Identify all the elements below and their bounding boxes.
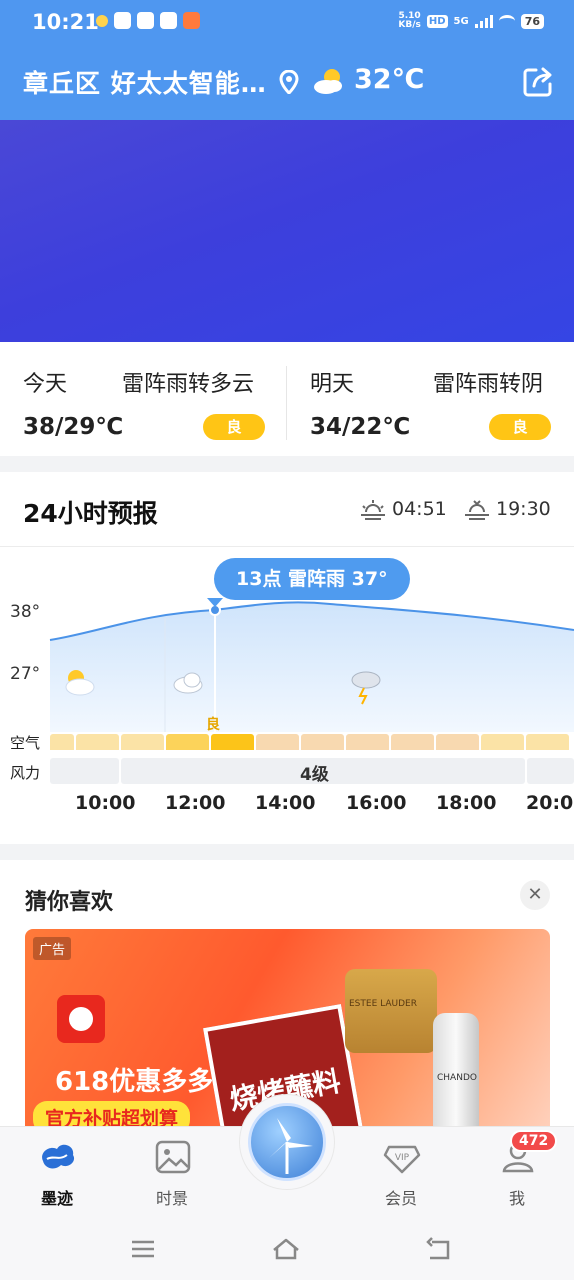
notification-dot-icon — [96, 15, 108, 27]
today-aqi-badge: 良 — [203, 414, 265, 440]
wind-bar — [527, 758, 574, 784]
tomorrow-condition: 雷阵雨转阴 — [433, 372, 544, 397]
aqi-bar — [211, 734, 254, 750]
ad-bottle-text: CHANDO — [437, 1073, 477, 1083]
share-icon[interactable] — [522, 66, 554, 98]
hourly-forecast-card: 24小时预报 04:51 19:30 13点 雷阵雨 37° 38° 27° 空… — [0, 472, 574, 844]
cloud-sun-icon — [314, 69, 342, 94]
tomorrow-summary[interactable]: 明天 雷阵雨转阴 34/22℃ 良 — [287, 342, 574, 456]
battery-icon: 76 — [520, 13, 544, 29]
weather-banner[interactable] — [0, 120, 574, 342]
recommendation-title: 猜你喜欢 — [25, 890, 114, 915]
tab-scenes[interactable]: 时景 — [127, 1127, 217, 1219]
wind-row-label: 风力 — [10, 764, 41, 782]
tomorrow-temp: 34/22℃ — [310, 414, 411, 440]
center-weather-button[interactable] — [239, 1094, 335, 1190]
ad-tag: 广告 — [33, 937, 72, 960]
x-label: 12:00 — [165, 792, 226, 814]
air-row-label: 空气 — [10, 734, 41, 752]
svg-text:VIP: VIP — [395, 1153, 410, 1163]
tomorrow-label: 明天 — [310, 372, 355, 397]
app-d-notification-icon — [160, 12, 177, 29]
app-notification-icon — [114, 12, 131, 29]
aqi-bar — [301, 734, 344, 750]
aqi-bar — [76, 734, 119, 750]
network-type: 5G — [453, 15, 469, 27]
x-label: 20:00 — [526, 792, 574, 814]
ad-headline: 618优惠多多 — [55, 1067, 214, 1097]
x-label: 16:00 — [346, 792, 407, 814]
notification-icons — [96, 12, 200, 29]
sunset-info: 19:30 — [464, 498, 551, 520]
home-icon[interactable] — [271, 1234, 301, 1264]
air-quality-label: 良 — [206, 717, 220, 733]
status-time: 10:21 — [32, 10, 99, 34]
windmill-icon — [248, 1103, 326, 1181]
vip-diamond-icon: VIP — [383, 1145, 421, 1174]
ad-product-jar: ESTEE LAUDER — [345, 969, 437, 1053]
aqi-bar — [121, 734, 164, 750]
tab-label: 会员 — [384, 1189, 417, 1208]
current-temperature: 32℃ — [354, 64, 425, 95]
tomorrow-aqi-badge: 良 — [489, 414, 551, 440]
x-label: 10:00 — [75, 792, 136, 814]
signal-icon — [474, 14, 493, 28]
y-axis-high: 38° — [10, 602, 41, 622]
wifi-icon — [498, 15, 515, 27]
tab-label: 时景 — [155, 1189, 188, 1208]
header: 章丘区 好太太智能… 32℃ — [0, 44, 574, 120]
forecast-tooltip: 13点 雷阵雨 37° — [214, 558, 410, 600]
shop-notification-icon — [183, 12, 200, 29]
y-axis-low: 27° — [10, 664, 41, 684]
aqi-bar — [526, 734, 569, 750]
aqi-bar — [481, 734, 524, 750]
tab-vip[interactable]: VIP 会员 — [356, 1127, 446, 1219]
moji-cloud-icon — [42, 1144, 75, 1169]
tab-label: 墨迹 — [40, 1189, 73, 1208]
tab-label: 我 — [508, 1189, 525, 1208]
system-nav-bar — [0, 1218, 574, 1280]
forecast-title: 24小时预报 — [23, 499, 158, 528]
aqi-bar — [256, 734, 299, 750]
sunset-icon — [465, 500, 489, 520]
x-label: 14:00 — [255, 792, 316, 814]
tooltip-tail — [207, 598, 223, 607]
ad-jar-text: ESTEE LAUDER — [349, 999, 417, 1009]
speed-unit: KB/s — [398, 20, 421, 30]
x-label: 18:00 — [436, 792, 497, 814]
menu-icon[interactable] — [128, 1234, 158, 1264]
daily-summary-card: 今天 雷阵雨转多云 38/29℃ 良 明天 雷阵雨转阴 34/22℃ 良 — [0, 342, 574, 456]
sunset-time: 19:30 — [496, 498, 551, 520]
aqi-bar — [166, 734, 209, 750]
status-bar: 10:21 5.10 KB/s HD 5G 76 — [0, 0, 574, 44]
close-button[interactable]: ✕ — [520, 880, 550, 910]
notification-badge: 472 — [510, 1130, 558, 1152]
hd-badge: HD — [426, 14, 448, 28]
location-pin-icon[interactable] — [279, 70, 299, 94]
divider — [0, 546, 574, 547]
today-temp: 38/29℃ — [23, 414, 124, 440]
today-label: 今天 — [23, 372, 68, 397]
video-notification-icon — [137, 12, 154, 29]
sunrise-icon — [361, 500, 385, 520]
tab-moji[interactable]: 墨迹 — [12, 1127, 102, 1219]
back-icon[interactable] — [424, 1234, 454, 1264]
aqi-bar — [346, 734, 389, 750]
network-speed: 5.10 KB/s — [398, 12, 420, 30]
sunrise-info: 04:51 — [360, 498, 447, 520]
wind-level: 4级 — [300, 765, 329, 785]
today-summary[interactable]: 今天 雷阵雨转多云 38/29℃ 良 — [0, 342, 286, 456]
today-condition: 雷阵雨转多云 — [122, 372, 255, 397]
location-title[interactable]: 章丘区 好太太智能… — [23, 64, 267, 100]
status-indicators: 5.10 KB/s HD 5G 76 — [398, 12, 544, 30]
jd-logo-icon — [57, 995, 105, 1043]
wind-bar — [50, 758, 119, 784]
aqi-bar — [436, 734, 479, 750]
aqi-bar — [50, 734, 74, 750]
temperature-chart[interactable] — [0, 592, 574, 752]
aqi-bar — [391, 734, 434, 750]
sunrise-time: 04:51 — [392, 498, 447, 520]
image-icon — [155, 1140, 191, 1174]
